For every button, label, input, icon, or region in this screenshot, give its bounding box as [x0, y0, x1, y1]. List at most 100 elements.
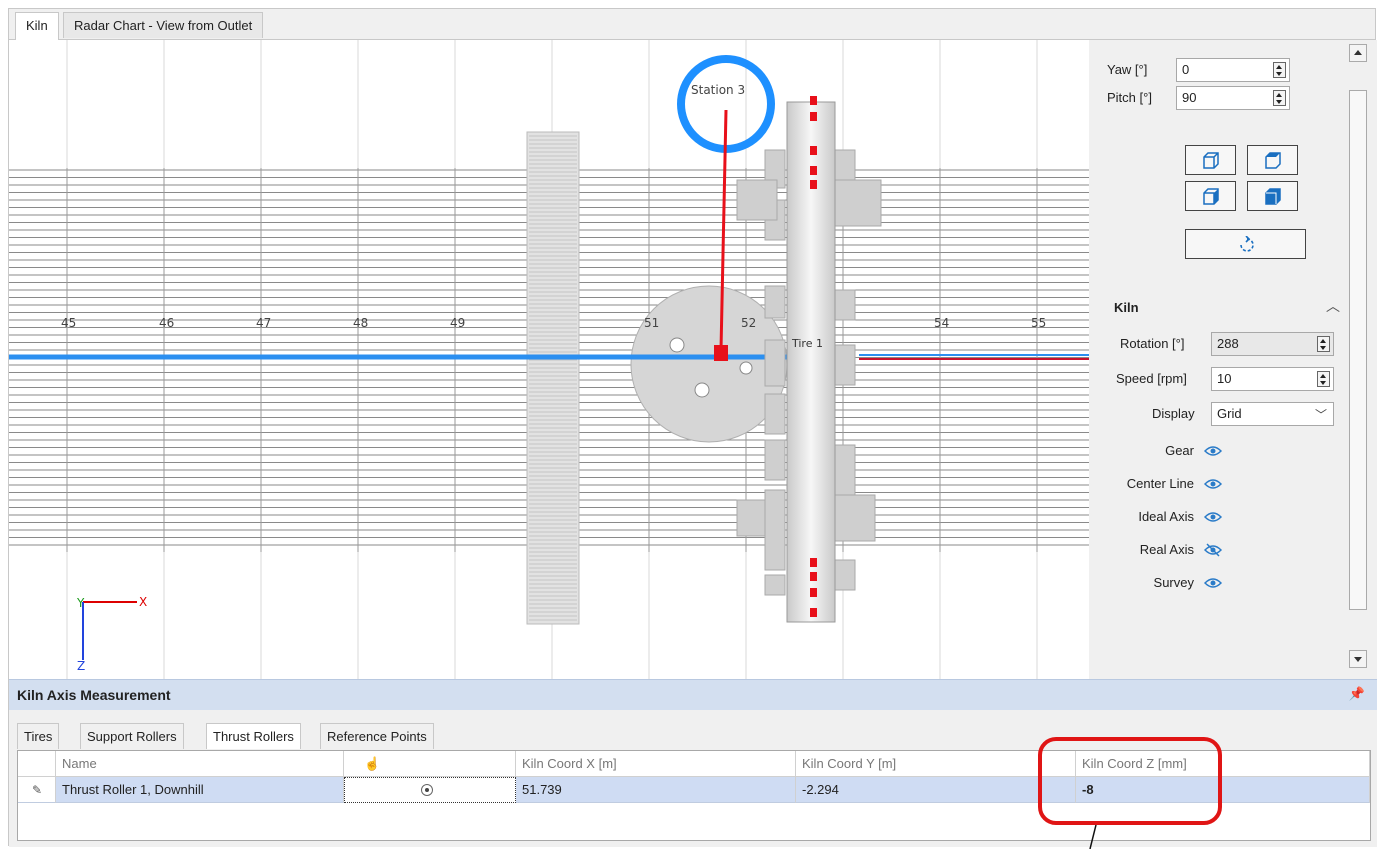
radio-button[interactable] [421, 784, 433, 796]
pitch-row: Pitch [°] 90 [1090, 86, 1360, 112]
speed-spinner[interactable]: 10 [1211, 367, 1334, 391]
tab-kiln[interactable]: Kiln [15, 12, 59, 40]
station-label: Station 3 [691, 83, 745, 97]
axis-tick-label: 48 [353, 316, 368, 330]
display-label: Display [1152, 406, 1195, 421]
pitch-spinner[interactable]: 90 [1176, 86, 1290, 110]
eye-icon[interactable] [1204, 510, 1222, 524]
tab-support-rollers[interactable]: Support Rollers [80, 723, 184, 749]
gear-graphic [526, 131, 580, 625]
chevron-down-icon: ﹀ [1314, 408, 1327, 422]
scroll-down-button[interactable] [1349, 650, 1367, 668]
axis-tick-label: 45 [61, 316, 76, 330]
pointer-hand-icon: ☝ [364, 756, 381, 771]
pitch-value: 90 [1182, 90, 1197, 105]
visibility-label: Survey [1153, 575, 1194, 590]
highlight-annotation [1038, 737, 1222, 825]
viewport-canvas: Tire 1 Station 3 45 46 47 48 49 51 52 54 55 X Y [9, 40, 1089, 679]
visibility-label: Real Axis [1139, 542, 1194, 557]
speed-spin-buttons[interactable] [1317, 371, 1330, 387]
column-header-name[interactable]: Name [56, 751, 344, 777]
cube-front-icon [1203, 152, 1219, 169]
pitch-label: Pitch [°] [1107, 90, 1152, 105]
tab-reference-points[interactable]: Reference Points [320, 723, 434, 749]
kiln-section-title: Kiln [1114, 300, 1139, 315]
visibility-row: Ideal Axis [1090, 505, 1360, 531]
axis-y-label: Y [76, 596, 85, 610]
tab-thrust-rollers[interactable]: Thrust Rollers [206, 723, 301, 749]
document-tab-bar: Kiln Radar Chart - View from Outlet [9, 9, 1375, 40]
display-value: Grid [1217, 406, 1242, 421]
speed-row: Speed [rpm] 10 [1090, 367, 1360, 393]
cube-top-icon [1265, 152, 1281, 169]
visibility-label: Gear [1165, 443, 1194, 458]
column-header-select[interactable]: ☝ [344, 751, 516, 777]
visibility-row: Center Line [1090, 472, 1360, 498]
view-front-button[interactable] [1185, 145, 1236, 175]
cube-side-icon [1203, 188, 1219, 205]
tab-radar-chart[interactable]: Radar Chart - View from Outlet [63, 12, 264, 38]
view-top-button[interactable] [1247, 145, 1298, 175]
axis-gizmo: X Y Z [76, 595, 147, 673]
cell-name[interactable]: Thrust Roller 1, Downhill [56, 777, 344, 803]
yaw-value: 0 [1182, 62, 1190, 77]
side-panel-scrollbar[interactable] [1347, 40, 1369, 670]
scroll-thumb[interactable] [1349, 90, 1367, 610]
row-edit-indicator: ✎ [18, 777, 56, 803]
axis-tick-label: 49 [450, 316, 465, 330]
eye-icon[interactable] [1204, 444, 1222, 458]
pencil-icon: ✎ [32, 783, 43, 797]
pin-icon[interactable]: 📌 [1349, 686, 1365, 702]
rotate-reset-icon [1240, 236, 1254, 252]
rotation-row: Rotation [°] 288 [1090, 332, 1360, 358]
chevron-up-icon[interactable]: ︿ [1326, 296, 1340, 316]
rotation-spinner[interactable]: 288 [1211, 332, 1334, 356]
eye-slash-icon[interactable] [1204, 543, 1222, 557]
rotation-spin-buttons[interactable] [1317, 336, 1330, 352]
cell-x[interactable]: 51.739 [516, 777, 796, 803]
yaw-row: Yaw [°] 0 [1090, 58, 1360, 84]
yaw-spin-buttons[interactable] [1273, 62, 1286, 78]
visibility-row: Gear [1090, 439, 1360, 465]
thrust-roller-graphic [630, 285, 788, 443]
view-iso-button[interactable] [1247, 181, 1298, 211]
axis-tick-label: 54 [934, 316, 949, 330]
column-header-y[interactable]: Kiln Coord Y [m] [796, 751, 1076, 777]
eye-icon[interactable] [1204, 576, 1222, 590]
column-header-x[interactable]: Kiln Coord X [m] [516, 751, 796, 777]
yaw-label: Yaw [°] [1107, 62, 1148, 77]
axis-tick-label: 46 [159, 316, 174, 330]
measurement-panel-header: Kiln Axis Measurement 📌 [9, 679, 1377, 710]
axis-tick-label: 51 [644, 316, 659, 330]
measurement-panel-title: Kiln Axis Measurement [17, 687, 171, 703]
speed-value: 10 [1217, 371, 1232, 386]
row-indicator-header [18, 751, 56, 777]
yaw-spinner[interactable]: 0 [1176, 58, 1290, 82]
visibility-label: Ideal Axis [1138, 509, 1194, 524]
view-side-button[interactable] [1185, 181, 1236, 211]
rotation-value: 288 [1217, 336, 1239, 351]
axis-z-label: Z [77, 659, 85, 673]
scroll-up-button[interactable] [1349, 44, 1367, 62]
display-select[interactable]: Grid ﹀ [1211, 402, 1334, 426]
visibility-label: Center Line [1126, 476, 1194, 491]
display-row: Display Grid ﹀ [1090, 402, 1360, 428]
eye-icon[interactable] [1204, 477, 1222, 491]
tire-label: Tire 1 [791, 337, 823, 350]
kiln-3d-viewport[interactable]: Tire 1 Station 3 45 46 47 48 49 51 52 54 55 X Y [9, 40, 1089, 679]
reset-view-button[interactable] [1185, 229, 1306, 259]
visibility-row: Survey [1090, 571, 1360, 597]
speed-label: Speed [rpm] [1116, 371, 1187, 386]
axis-tick-label: 55 [1031, 316, 1046, 330]
axis-x-label: X [139, 595, 147, 609]
tab-tires[interactable]: Tires [17, 723, 60, 749]
visibility-row: Real Axis [1090, 538, 1360, 564]
axis-tick-label: 47 [256, 316, 271, 330]
rotation-label: Rotation [°] [1120, 336, 1185, 351]
cube-iso-icon [1265, 188, 1281, 205]
annotation-pointer-line [1089, 825, 1097, 849]
cell-y[interactable]: -2.294 [796, 777, 1076, 803]
view-control-panel: Yaw [°] 0 Pitch [°] 90 Kiln ︿ Rotation [… [1090, 40, 1377, 679]
cell-select[interactable] [344, 777, 516, 803]
pitch-spin-buttons[interactable] [1273, 90, 1286, 106]
